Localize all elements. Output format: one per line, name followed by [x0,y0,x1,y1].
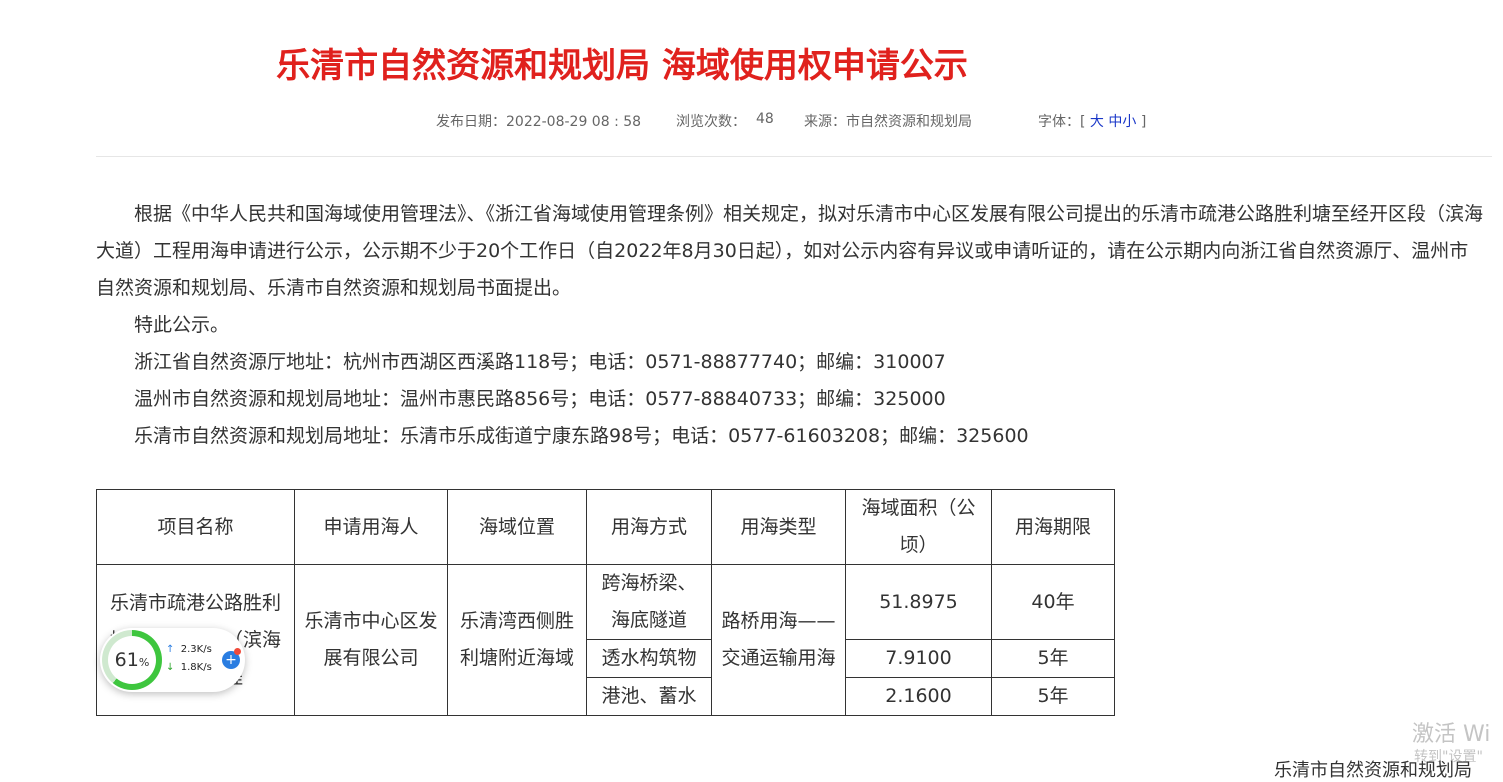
page-title: 乐清市自然资源和规划局 海域使用权申请公示 [276,46,968,86]
sea-use-table: 项目名称 申请用海人 海域位置 用海方式 用海类型 海域面积（公顷） 用海期限 … [96,489,1115,716]
font-size-label: 字体：[ [1038,114,1086,130]
method-cell: 跨海桥梁、海底隧道 [586,564,712,640]
memory-usage-gauge: 61% [102,630,162,690]
view-count: 48 [756,111,774,127]
address-wenzhou: 温州市自然资源和规划局地址：温州市惠民路856号；电话：0577-8884073… [134,388,946,410]
font-medium-link[interactable]: 中 [1108,114,1122,130]
upload-speed: ↑ 2.3K/s [166,644,212,655]
article-body: 根据《中华人民共和国海域使用管理法》、《浙江省海域使用管理条例》相关规定，拟对乐… [96,196,1486,455]
network-speed-widget[interactable]: 61% ↑ 2.3K/s ↓ 1.8K/s + [100,628,245,692]
paragraph-notice: 特此公示。 [134,314,230,336]
notification-dot [234,648,241,655]
table-header-cell: 用海类型 [711,489,846,565]
percent-value: 61 [114,649,139,671]
font-size-close: ] [1140,114,1147,130]
address-yueqing: 乐清市自然资源和规划局地址：乐清市乐成街道宁康东路98号；电话：0577-616… [134,425,1029,447]
area-cell: 7.9100 [845,639,992,678]
method-cell: 港池、蓄水 [586,677,712,716]
term-cell: 40年 [991,564,1115,640]
applicant-cell: 乐清市中心区发展有限公司 [294,564,448,716]
header-divider [96,156,1492,157]
area-cell: 51.8975 [845,564,992,640]
font-size-control: 字体：[ 大 中小 ] [1038,111,1146,131]
table-header-row: 项目名称 申请用海人 海域位置 用海方式 用海类型 海域面积（公顷） 用海期限 [96,489,1115,565]
table-header-cell: 用海方式 [586,489,712,565]
percent-unit: % [138,656,150,669]
table-row: 乐清市疏港公路胜利塘至经开区段（滨海大道）工程 乐清市中心区发展有限公司 乐清湾… [96,564,1115,716]
table-header-cell: 海域面积（公顷） [845,489,992,565]
download-arrow-icon: ↓ [166,662,175,673]
article-source: 来源：市自然资源和规划局 [804,114,972,130]
upload-arrow-icon: ↑ [166,644,175,655]
area-cell: 2.1600 [845,677,992,716]
table-header-cell: 用海期限 [991,489,1115,565]
font-small-link[interactable]: 小 [1122,114,1136,130]
sea-type-cell: 路桥用海——交通运输用海 [711,564,846,716]
location-cell: 乐清湾西侧胜利塘附近海域 [447,564,587,716]
table-header-cell: 海域位置 [447,489,587,565]
paragraph-intro: 根据《中华人民共和国海域使用管理法》、《浙江省海域使用管理条例》相关规定，拟对乐… [96,203,1484,299]
table-header-cell: 项目名称 [96,489,295,565]
font-large-link[interactable]: 大 [1090,114,1104,130]
view-count-label: 浏览次数： [676,114,746,130]
download-speed: ↓ 1.8K/s [166,662,212,673]
download-speed-value: 1.8K/s [180,662,212,673]
clipped-footer-text: 乐清市自然资源和规划局 [1274,760,1472,781]
term-cell: 5年 [991,639,1115,678]
activation-watermark: 激活 Wi [1412,722,1491,747]
method-cell: 透水构筑物 [586,639,712,678]
article-meta: 发布日期：2022-08-29 08 : 58 浏览次数： 48 来源：市自然资… [0,111,1503,131]
address-zhejiang: 浙江省自然资源厅地址：杭州市西湖区西溪路118号；电话：0571-8887774… [134,351,946,373]
publish-date: 发布日期：2022-08-29 08 : 58 [436,114,642,130]
memory-usage-percent: 61% [108,636,156,684]
table-header-cell: 申请用海人 [294,489,448,565]
term-cell: 5年 [991,677,1115,716]
upload-speed-value: 2.3K/s [180,644,212,655]
